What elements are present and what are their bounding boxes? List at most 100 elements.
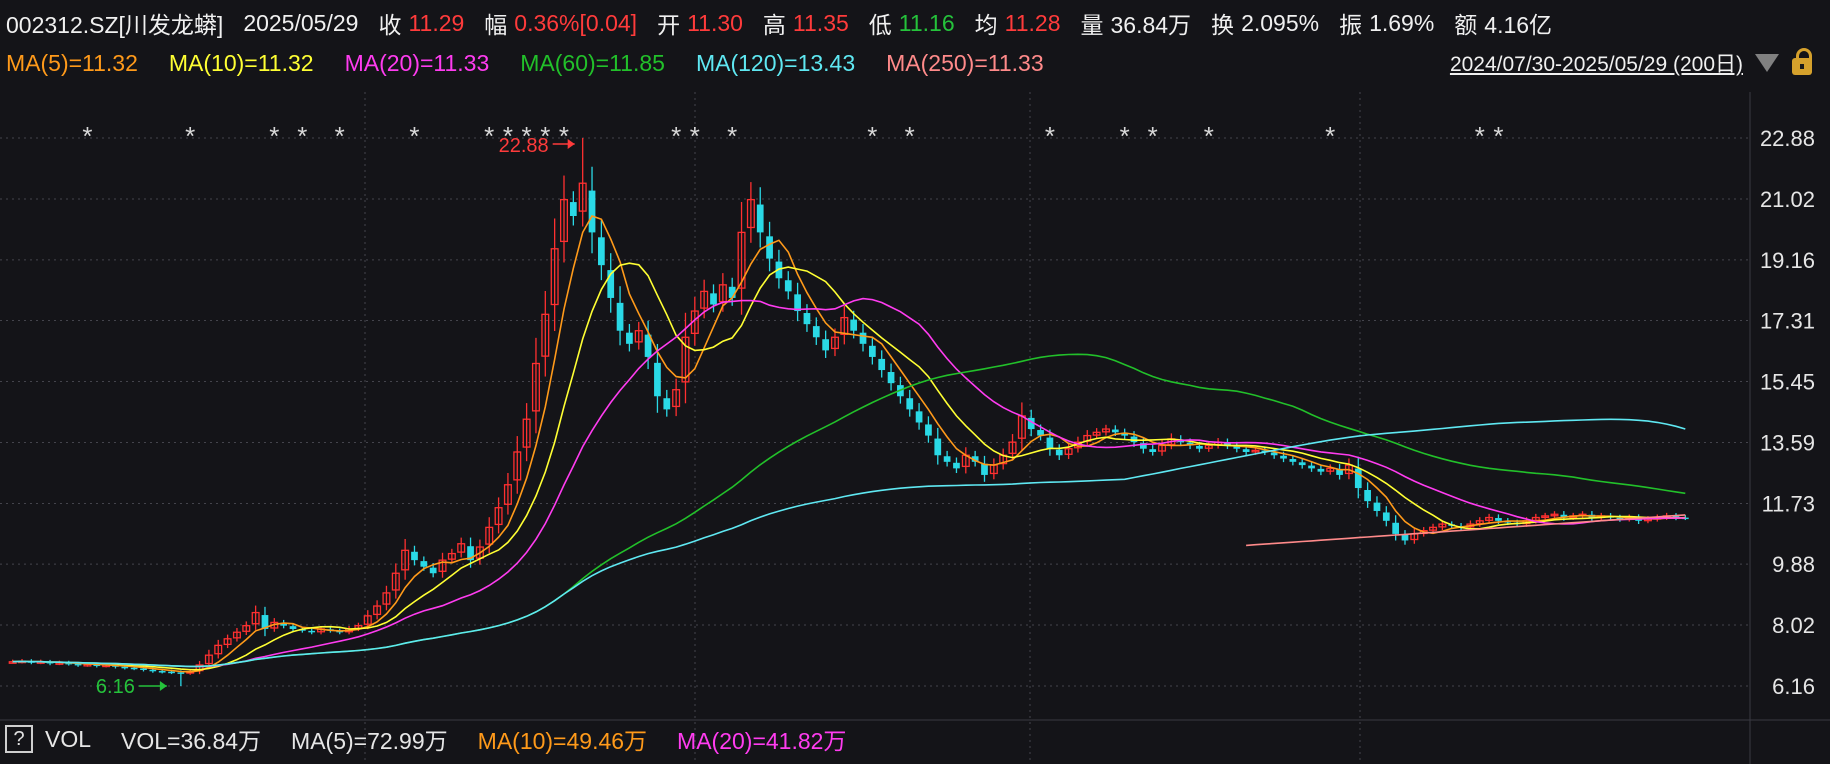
avg-value: 11.28	[1004, 9, 1061, 36]
turnover-label: 换	[1211, 12, 1235, 38]
event-marker-icon: *	[503, 121, 513, 151]
quote-date: 2025/05/29	[243, 9, 359, 36]
y-tick-label: 9.88	[1772, 552, 1815, 577]
event-marker-icon: *	[1475, 121, 1485, 151]
candle-body-down	[925, 424, 932, 436]
candle-body-down	[429, 567, 437, 574]
vol-indicator-name[interactable]: VOL	[45, 726, 91, 753]
candle-body-down	[598, 237, 605, 266]
volume-legend: ? VOL VOL=36.84万 MA(5)=72.99万 MA(10)=49.…	[0, 722, 876, 756]
candle-body-down	[1149, 449, 1157, 452]
candle-body-down	[887, 372, 895, 384]
event-marker-icon: *	[1120, 121, 1130, 151]
vol-ma10: MA(10)=49.46万	[477, 728, 648, 754]
candle-body-down	[308, 630, 316, 633]
ma120-legend: MA(120)=13.43	[695, 49, 856, 76]
event-marker-icon: *	[671, 121, 681, 151]
dropdown-triangle-icon[interactable]	[1755, 54, 1779, 72]
candle-body-down	[1111, 429, 1119, 433]
lock-icon[interactable]	[1792, 47, 1812, 75]
min-price-label: 6.16	[96, 676, 135, 698]
event-marker-icon: *	[484, 121, 494, 151]
ma250-legend: MA(250)=11.33	[886, 49, 1044, 76]
candle-body-down	[1242, 449, 1250, 452]
help-button[interactable]: ?	[5, 725, 33, 753]
close-value: 11.29	[408, 9, 465, 36]
candle-body-down	[906, 398, 914, 410]
candle-body-down	[569, 202, 577, 217]
low-label: 低	[868, 12, 892, 38]
candle-body-down	[1382, 512, 1390, 521]
candle-body-down	[981, 463, 988, 475]
candle-body-down	[626, 332, 633, 344]
ma5-line	[12, 215, 1686, 673]
event-marker-icon: *	[1493, 121, 1503, 151]
change-value: 0.36%[0.04]	[514, 9, 638, 36]
candle-body-down	[158, 671, 166, 673]
date-range-selector[interactable]: 2024/07/30-2025/05/29 (200日)	[1450, 46, 1830, 80]
candle-body-down	[953, 462, 960, 469]
ma5-legend: MA(5)=11.32	[6, 49, 138, 76]
date-range-text[interactable]: 2024/07/30-2025/05/29 (200日)	[1450, 48, 1743, 78]
open-label: 开	[657, 12, 681, 38]
event-marker-icon: *	[727, 121, 737, 151]
stock-code: 002312.SZ[川发龙蟒]	[6, 12, 224, 38]
quote-header: 002312.SZ[川发龙蟒] 2025/05/29 收 11.29 幅 0.3…	[0, 0, 1830, 46]
vol-ma5: MA(5)=72.99万	[291, 728, 448, 754]
y-tick-label: 17.31	[1760, 309, 1815, 334]
candle-body-down	[710, 293, 717, 305]
event-marker-icon: *	[297, 121, 307, 151]
candle-body-down	[915, 411, 923, 423]
candle-body-down	[1289, 459, 1297, 462]
high-label: 高	[762, 12, 786, 38]
candle-body-down	[803, 313, 811, 325]
candle-body-down	[868, 345, 876, 357]
event-marker-icon: *	[1148, 121, 1158, 151]
ma-legend: MA(5)=11.32 MA(10)=11.32 MA(20)=11.33 MA…	[0, 46, 1075, 80]
high-value: 11.35	[792, 9, 849, 36]
candle-body-down	[1373, 502, 1381, 511]
event-marker-icon: *	[1204, 121, 1214, 151]
close-label: 收	[378, 12, 402, 38]
y-tick-label: 19.16	[1760, 248, 1815, 273]
y-tick-label: 13.59	[1760, 430, 1815, 455]
candle-body-down	[140, 668, 147, 670]
candle-body-down	[588, 190, 596, 233]
turnover-value: 2.095%	[1241, 9, 1320, 36]
candle-body-down	[1280, 455, 1287, 459]
candle-body-down	[420, 561, 428, 567]
y-tick-label: 6.16	[1772, 674, 1815, 699]
candle-body-down	[663, 398, 671, 410]
event-marker-icon: *	[559, 121, 569, 151]
event-marker-icon: *	[522, 121, 532, 151]
event-marker-icon: *	[905, 121, 915, 151]
candle-body-down	[1401, 534, 1409, 541]
candle-body-down	[1046, 437, 1054, 449]
candle-body-down	[943, 456, 951, 462]
y-tick-label: 11.73	[1762, 491, 1815, 516]
vol-value: VOL=36.84万	[121, 728, 262, 754]
candle-body-down	[850, 319, 858, 331]
candle-body-down	[168, 671, 175, 674]
candle-body-down	[1196, 445, 1203, 449]
y-tick-label: 8.02	[1772, 613, 1815, 638]
event-marker-icon: *	[409, 121, 419, 151]
event-marker-icon: *	[269, 121, 279, 151]
candle-body-down	[1495, 518, 1502, 521]
candle-body-down	[878, 358, 886, 371]
event-marker-icon: *	[335, 121, 345, 151]
low-value: 11.16	[898, 9, 955, 36]
change-label: 幅	[484, 12, 508, 38]
candle-body-down	[1055, 449, 1063, 456]
candle-body-down	[812, 326, 820, 338]
candlestick-chart: 22.88 21.02 19.16 17.31 15.45 13.59 11.73 9.88 8…	[0, 92, 1830, 764]
volume-value: 36.84万	[1110, 12, 1192, 38]
candle-body-down	[177, 672, 185, 674]
y-tick-label: 15.45	[1760, 370, 1815, 395]
y-tick-label: 21.02	[1760, 187, 1815, 212]
candle-body-down	[130, 667, 138, 670]
candle-body-down	[121, 666, 129, 669]
ma20-line	[12, 297, 1686, 668]
amount-label: 额	[1454, 12, 1478, 38]
candle-body-down	[616, 302, 624, 331]
